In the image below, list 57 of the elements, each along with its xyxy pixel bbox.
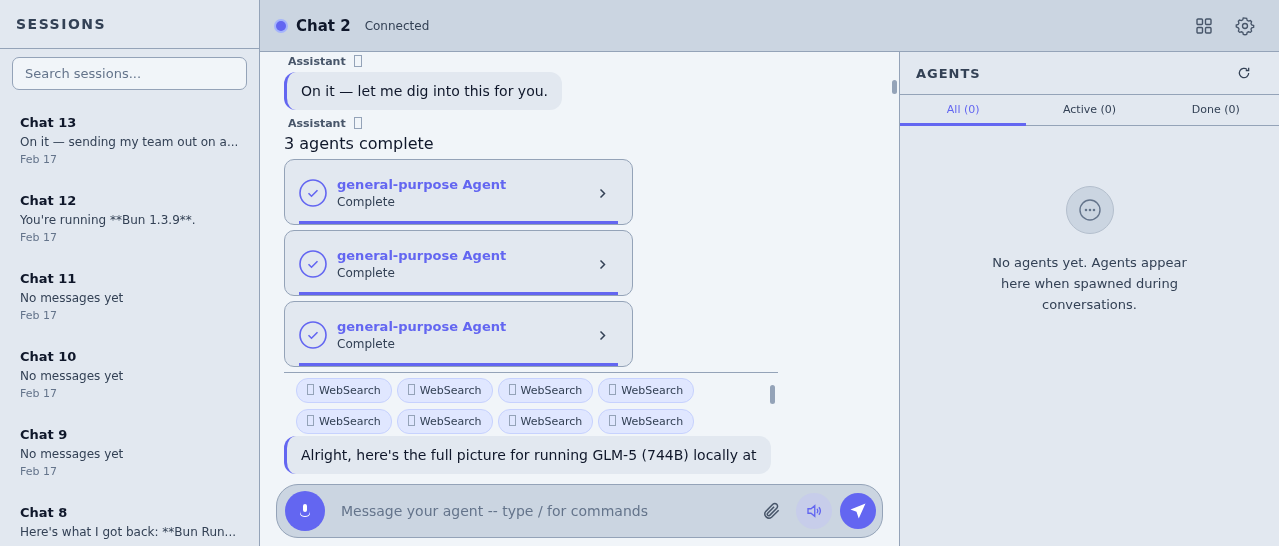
tool-chip[interactable]: WebSearch	[497, 378, 594, 403]
agent-status: Complete	[337, 266, 396, 280]
chat-title: Chat 2	[296, 16, 351, 35]
microphone-button[interactable]	[285, 491, 325, 531]
check-circle-icon	[299, 250, 327, 278]
refresh-icon[interactable]	[1237, 66, 1251, 80]
grid-icon[interactable]	[1195, 16, 1213, 35]
agent-name: general-purpose Agent	[337, 177, 508, 192]
agent-status: Complete	[337, 195, 396, 209]
filter-tab[interactable]: Done (0)	[1152, 95, 1279, 126]
send-icon	[849, 502, 867, 520]
agent-card[interactable]: general-purpose Agent Complete	[284, 230, 633, 296]
sender-label: Assistant	[288, 116, 346, 130]
tool-chip[interactable]: WebSearch	[396, 409, 493, 434]
speaker-icon	[805, 502, 823, 520]
check-circle-icon	[299, 179, 327, 207]
session-item[interactable]: Chat 8 Here's what I got back: **Bun Run...	[0, 497, 259, 546]
agent-card[interactable]: general-purpose Agent Complete	[284, 301, 633, 367]
message-bubble: Alright, here's the full picture for running GLM-5 (744B) locally at	[284, 436, 771, 474]
panel-title: AGENTS	[916, 65, 981, 81]
check-circle-icon	[299, 321, 327, 349]
agents-summary: 3 agents complete	[284, 134, 435, 153]
empty-state-text: No agents yet. Agents appear here when spawned during conversations.	[991, 254, 1188, 314]
tool-chip[interactable]: WebSearch	[396, 378, 493, 403]
connection-status: Connected	[364, 18, 430, 33]
speaker-button[interactable]	[796, 493, 832, 529]
tool-chip[interactable]: WebSearch	[598, 409, 695, 434]
scrollbar[interactable]	[770, 385, 775, 404]
filter-tab[interactable]: Active (0)	[1026, 95, 1153, 126]
agent-status: Complete	[337, 337, 396, 351]
message-bubble: On it — let me dig into this for you.	[284, 72, 563, 110]
session-item[interactable]: Chat 11 No messages yet Feb 17	[0, 263, 259, 341]
tool-chip[interactable]: WebSearch	[598, 378, 695, 403]
session-item[interactable]: Chat 9 No messages yet Feb 17	[0, 419, 259, 497]
chevron-right-icon	[599, 187, 606, 199]
session-item[interactable]: Chat 13 On it — sending my team out on a... Feb 17	[0, 107, 259, 185]
paperclip-icon[interactable]	[762, 501, 782, 521]
message-input[interactable]: Message your agent -- type / for commands	[339, 502, 748, 520]
microphone-icon	[298, 503, 312, 519]
sidebar-title: SESSIONS	[16, 16, 107, 32]
search-field[interactable]: Search sessions...	[12, 57, 247, 90]
scrollbar[interactable]	[892, 80, 897, 94]
chevron-right-icon	[599, 258, 606, 270]
sender-label: Assistant	[288, 54, 346, 68]
session-item[interactable]: Chat 12 You're running **Bun 1.3.9**. Feb 17	[0, 185, 259, 263]
send-button[interactable]	[840, 493, 876, 529]
tool-chip[interactable]: WebSearch	[296, 378, 392, 403]
tool-chip[interactable]: WebSearch	[296, 409, 392, 434]
filter-tab[interactable]: All (0)	[900, 95, 1027, 126]
agent-name: general-purpose Agent	[337, 319, 508, 334]
empty-state-icon	[1065, 186, 1114, 234]
settings-icon[interactable]	[1235, 15, 1255, 36]
chevron-right-icon	[599, 329, 606, 341]
agent-name: general-purpose Agent	[337, 248, 508, 263]
agent-card[interactable]: general-purpose Agent Complete	[284, 159, 633, 225]
tool-chip[interactable]: WebSearch	[497, 409, 594, 434]
session-item[interactable]: Chat 10 No messages yet Feb 17	[0, 341, 259, 419]
